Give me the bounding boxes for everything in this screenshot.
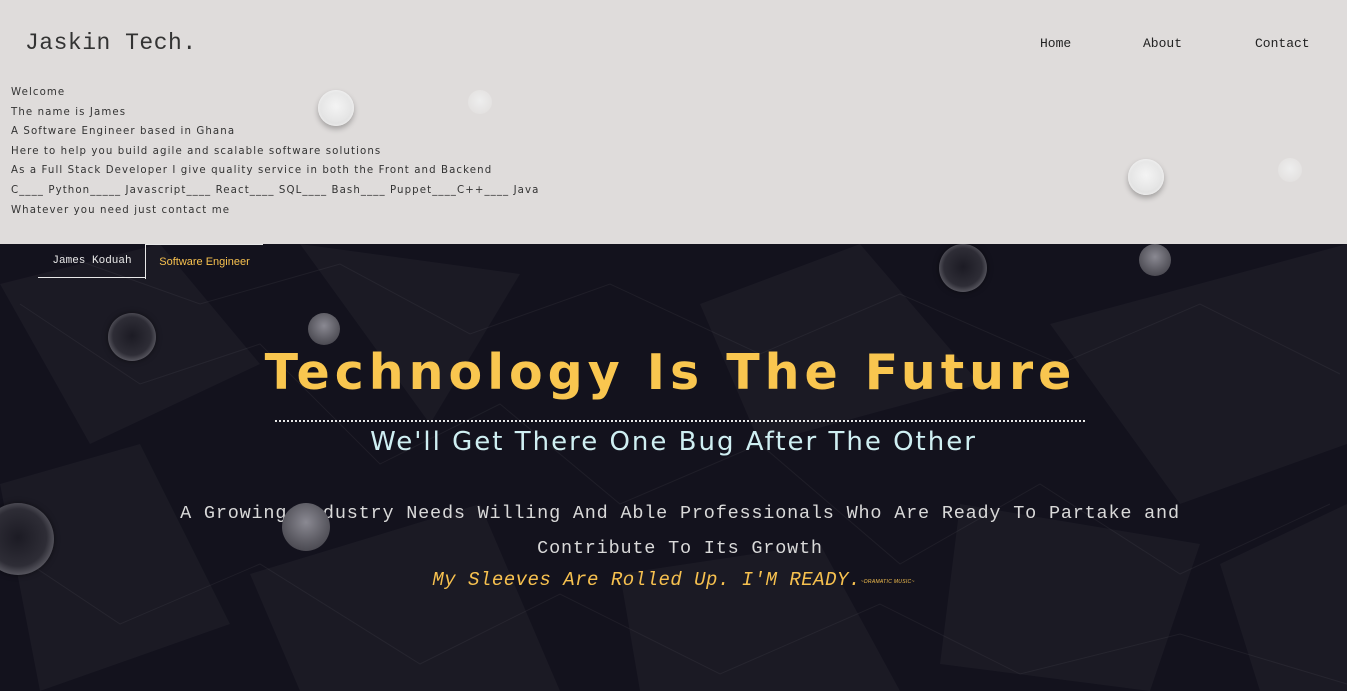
top-header-section: Jaskin Tech. Home About Contact Welcome … xyxy=(0,0,1347,244)
intro-line-languages: C____ Python_____ Javascript____ React__… xyxy=(11,184,540,196)
intro-line-name: The name is James xyxy=(11,106,127,118)
intro-line-role: A Software Engineer based in Ghana xyxy=(11,126,236,138)
decorative-sphere xyxy=(1139,244,1171,276)
nav-link-about[interactable]: About xyxy=(1143,36,1182,51)
decorative-sphere xyxy=(308,313,340,345)
main-nav: Home About Contact xyxy=(947,36,1347,56)
decorative-sphere xyxy=(282,503,330,551)
page: Jaskin Tech. Home About Contact Welcome … xyxy=(0,0,1347,691)
tab-name[interactable]: James Koduah xyxy=(38,244,146,278)
headline-dotted-divider xyxy=(275,420,1085,422)
intro-line-help: Here to help you build agile and scalabl… xyxy=(11,145,382,157)
nav-link-home[interactable]: Home xyxy=(1040,36,1071,51)
decorative-sphere xyxy=(939,244,987,292)
hero-subheadline: We'll Get There One Bug After The Other xyxy=(370,427,977,457)
decorative-sphere xyxy=(318,90,354,126)
hero-background-pattern xyxy=(0,253,1347,685)
decorative-sphere xyxy=(1128,159,1164,195)
tab-role[interactable]: Software Engineer xyxy=(145,244,263,279)
intro-line-welcome: Welcome xyxy=(11,87,66,98)
decorative-sphere xyxy=(108,313,156,361)
ready-line: My Sleeves Are Rolled Up. I'M READY.~DRA… xyxy=(0,569,1347,591)
intro-text-block: Welcome The name is James A Software Eng… xyxy=(11,85,540,222)
intro-line-fullstack: As a Full Stack Developer I give quality… xyxy=(11,165,493,177)
dramatic-music-note: ~DRAMATIC MUSIC~ xyxy=(860,579,915,585)
hero-section: James Koduah Software Engineer Technolog… xyxy=(0,244,1347,691)
decorative-sphere xyxy=(1278,158,1302,182)
intro-line-contact: Whatever you need just contact me xyxy=(11,204,231,216)
brand-logo[interactable]: Jaskin Tech. xyxy=(25,30,197,56)
hero-headline: Technology Is The Future xyxy=(264,344,1077,401)
decorative-sphere xyxy=(468,90,492,114)
nav-link-contact[interactable]: Contact xyxy=(1255,36,1310,51)
ready-text: My Sleeves Are Rolled Up. I'M READY. xyxy=(432,569,861,591)
